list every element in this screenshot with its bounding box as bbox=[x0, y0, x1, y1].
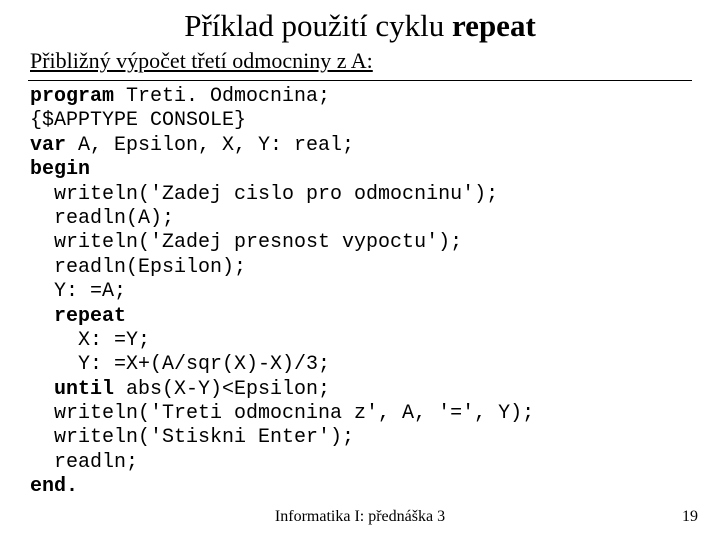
divider bbox=[28, 80, 692, 81]
code-line: Y: =A; bbox=[30, 280, 126, 303]
kw-var: var bbox=[30, 134, 66, 157]
footer-text: Informatika I: přednáška 3 bbox=[0, 508, 720, 526]
slide-title: Příklad použití cyklu repeat bbox=[28, 8, 692, 44]
footer: Informatika I: přednáška 3 19 bbox=[0, 508, 720, 526]
code-line: Treti. Odmocnina; bbox=[114, 85, 330, 108]
code-line: readln; bbox=[30, 451, 138, 474]
code-line: writeln('Stiskni Enter'); bbox=[30, 426, 354, 449]
kw-end: end. bbox=[30, 475, 78, 498]
kw-repeat: repeat bbox=[30, 305, 126, 328]
slide-number: 19 bbox=[682, 508, 698, 526]
code-line: Y: =X+(A/sqr(X)-X)/3; bbox=[30, 353, 330, 376]
subtitle: Přibližný výpočet třetí odmocniny z A: bbox=[30, 48, 692, 74]
kw-until: until bbox=[30, 378, 114, 401]
slide: Příklad použití cyklu repeat Přibližný v… bbox=[0, 0, 720, 500]
title-keyword: repeat bbox=[452, 8, 536, 43]
title-text: Příklad použití cyklu bbox=[184, 8, 452, 43]
code-line: writeln('Zadej cislo pro odmocninu'); bbox=[30, 183, 498, 206]
code-line: readln(A); bbox=[30, 207, 174, 230]
code-line: readln(Epsilon); bbox=[30, 256, 246, 279]
code-line: {$APPTYPE CONSOLE} bbox=[30, 109, 246, 132]
kw-program: program bbox=[30, 85, 114, 108]
code-block: program Treti. Odmocnina; {$APPTYPE CONS… bbox=[30, 85, 692, 500]
code-line: writeln('Zadej presnost vypoctu'); bbox=[30, 231, 462, 254]
code-line: X: =Y; bbox=[30, 329, 150, 352]
code-line: writeln('Treti odmocnina z', A, '=', Y); bbox=[30, 402, 534, 425]
code-line: abs(X-Y)<Epsilon; bbox=[114, 378, 330, 401]
code-line: A, Epsilon, X, Y: real; bbox=[66, 134, 354, 157]
kw-begin: begin bbox=[30, 158, 90, 181]
